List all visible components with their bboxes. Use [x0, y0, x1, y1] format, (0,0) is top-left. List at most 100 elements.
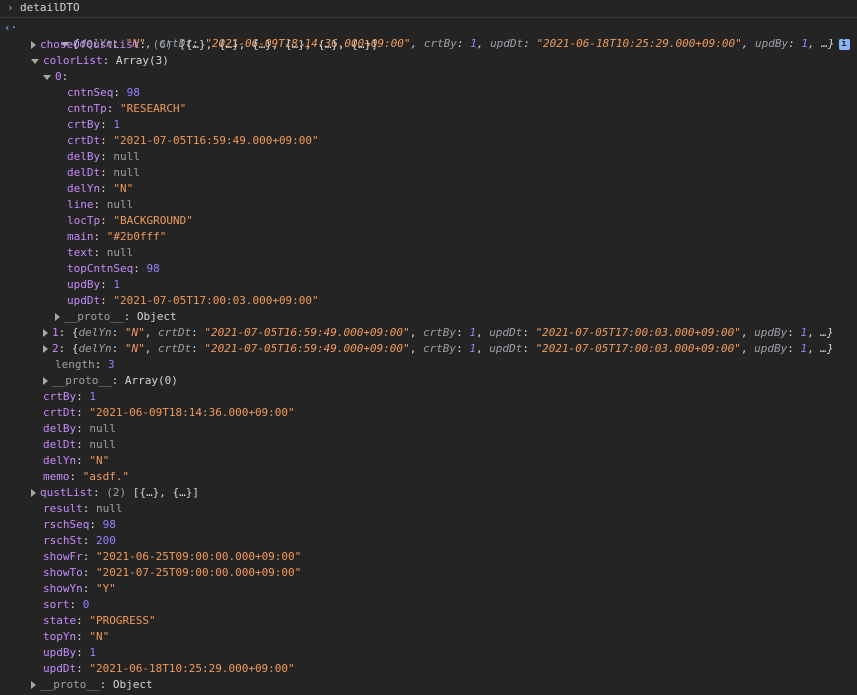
colon: :	[89, 518, 103, 531]
tree-row-line: line: null	[67, 197, 133, 213]
tree-row-cntnSeq: cntnSeq: 98	[67, 85, 140, 101]
tree-row-1[interactable]: 1: {delYn: "N", crtDt: "2021-07-05T16:59…	[43, 325, 834, 341]
property-key: __proto__	[40, 678, 100, 691]
property-key: locTp	[67, 214, 101, 227]
colon: :	[456, 342, 470, 355]
expand-toggle-icon[interactable]	[43, 377, 48, 385]
property-key: sort	[43, 598, 70, 611]
property-value: 98	[146, 262, 160, 275]
colon: :	[106, 102, 120, 115]
info-icon[interactable]: i	[838, 38, 850, 50]
collapse-toggle-icon[interactable]	[31, 58, 39, 64]
colon: :	[522, 326, 536, 339]
tree-row-0[interactable]: 0:	[43, 69, 75, 85]
property-value: "2021-07-05T17:00:03.000+09:00"	[113, 294, 319, 307]
property-value: "N"	[89, 630, 110, 643]
preview-key: delYn	[78, 342, 112, 355]
tree-row-proto[interactable]: __proto__: Object	[55, 309, 177, 325]
property-key: showFr	[43, 550, 83, 563]
expand-toggle-icon[interactable]	[43, 329, 48, 337]
tree-row-colorList[interactable]: colorList: Array(3)	[31, 53, 169, 69]
colon: :	[456, 326, 470, 339]
colon: :	[76, 390, 90, 403]
preview-key: updDt	[489, 326, 523, 339]
property-key: colorList	[43, 54, 103, 67]
tree-row-delDt: delDt: null	[67, 165, 140, 181]
property-value: "Y"	[96, 582, 116, 595]
colon: :	[100, 166, 114, 179]
preview-tail: …}	[821, 37, 835, 50]
colon: :	[93, 230, 107, 243]
preview-key: updDt	[489, 342, 523, 355]
preview-value: 1	[801, 37, 808, 50]
colon: :	[100, 118, 114, 131]
property-key: rschSeq	[43, 518, 90, 531]
property-key: delYn	[67, 182, 101, 195]
expand-toggle-icon[interactable]	[43, 345, 48, 353]
tree-row-proto[interactable]: __proto__: Object	[31, 677, 153, 693]
property-key: result	[43, 502, 83, 515]
property-value: 0	[82, 598, 90, 611]
property-key: choseOfQustList	[40, 38, 140, 51]
tree-row-proto[interactable]: __proto__: Array(0)	[43, 373, 178, 389]
preview-key: crtDt	[158, 342, 192, 355]
property-key: 2	[52, 342, 59, 355]
colon: :	[69, 470, 83, 483]
tree-row-crtDt: crtDt: "2021-06-09T18:14:36.000+09:00"	[43, 405, 295, 421]
property-key: main	[67, 230, 94, 243]
property-value: "2021-06-18T10:25:29.000+09:00"	[89, 662, 295, 675]
property-key: state	[43, 614, 77, 627]
preview-key: updDt	[490, 37, 524, 50]
tree-row-crtBy: crtBy: 1	[43, 389, 96, 405]
preview-key: updBy	[755, 37, 789, 50]
comma: ,	[409, 326, 423, 339]
colon: :	[788, 37, 802, 50]
tree-row-delYn: delYn: "N"	[67, 181, 133, 197]
colon: :	[111, 342, 125, 355]
array-length: (2)	[106, 486, 133, 499]
property-key: delYn	[43, 454, 77, 467]
preview-key: updBy	[754, 342, 788, 355]
result-summary-row[interactable]: ‹· {delYn: "N", crtDt: "2021-06-09T18:14…	[0, 20, 857, 50]
property-key: crtBy	[43, 390, 77, 403]
tree-row-2[interactable]: 2: {delYn: "N", crtDt: "2021-07-05T16:59…	[43, 341, 834, 357]
tree-row-sort: sort: 0	[43, 597, 89, 613]
tree-row-main: main: "#2b0fff"	[67, 229, 166, 245]
expand-toggle-icon[interactable]	[31, 489, 36, 497]
comma: ,	[741, 37, 755, 50]
tree-row-text: text: null	[67, 245, 133, 261]
property-key: topYn	[43, 630, 77, 643]
preview-value: "2021-07-05T17:00:03.000+09:00"	[535, 342, 741, 355]
colon: :	[58, 326, 72, 339]
colon: :	[100, 214, 114, 227]
expand-toggle-icon[interactable]	[31, 41, 36, 49]
tree-row-choseOfQustList[interactable]: choseOfQustList: (6) [{…}, {…}, {…}, {…}…	[31, 37, 378, 53]
property-key: 0	[55, 70, 62, 83]
property-value: "2021-06-25T09:00:00.000+09:00"	[96, 550, 302, 563]
array-length: (6)	[152, 38, 180, 51]
preview-key: updBy	[754, 326, 788, 339]
collapse-toggle-icon[interactable]	[43, 74, 51, 80]
colon: :	[76, 454, 90, 467]
colon: :	[523, 37, 537, 50]
property-value: [{…}, {…}]	[132, 486, 199, 499]
property-value: 98	[126, 86, 140, 99]
preview-value: 1	[470, 37, 477, 50]
colon: :	[76, 406, 90, 419]
colon: :	[99, 678, 113, 691]
property-value: "#2b0fff"	[106, 230, 167, 243]
tree-row-showTo: showTo: "2021-07-25T09:00:00.000+09:00"	[43, 565, 301, 581]
colon: :	[133, 262, 147, 275]
expand-toggle-icon[interactable]	[31, 681, 36, 689]
property-value: null	[113, 166, 140, 179]
property-key: __proto__	[64, 310, 124, 323]
colon: :	[76, 438, 90, 451]
property-value: Object	[136, 310, 177, 323]
tree-row-qustList[interactable]: qustList: (2) [{…}, {…}]	[31, 485, 199, 501]
colon: :	[82, 534, 96, 547]
property-key: showTo	[43, 566, 83, 579]
property-value: "asdf."	[82, 470, 130, 483]
expand-toggle-icon[interactable]	[55, 313, 60, 321]
colon: :	[61, 70, 75, 83]
colon: :	[100, 150, 114, 163]
